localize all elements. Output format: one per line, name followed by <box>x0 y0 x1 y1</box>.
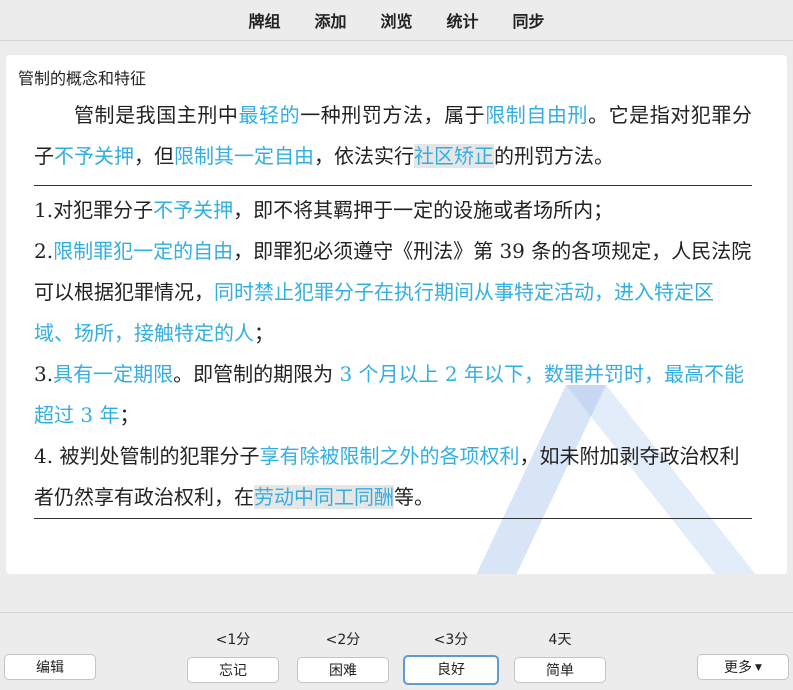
nav-sync[interactable]: 同步 <box>513 8 545 32</box>
good-button-label: 良好 <box>437 662 465 678</box>
easy-button-label: 简单 <box>546 663 574 679</box>
body-text: 4. 被判处管制的犯罪分子 <box>34 444 260 468</box>
interval-easy: 4天 <box>548 632 572 648</box>
edit-button[interactable]: 编辑 <box>4 654 96 680</box>
feature-item-4: 4. 被判处管制的犯罪分子享有除被限制之外的各项权利，如未附加剥夺政治权利者仍然… <box>34 436 752 518</box>
card-title: 管制的概念和特征 <box>18 69 147 88</box>
more-button-label: 更多 <box>724 660 753 676</box>
highlighted-text: 享有除被限制之外的各项权利 <box>259 444 520 468</box>
more-button[interactable]: 更多 ▼ <box>697 654 789 680</box>
chevron-down-icon: ▼ <box>755 663 762 673</box>
edit-button-label: 编辑 <box>36 660 64 676</box>
easy-button[interactable]: 简单 <box>514 657 606 683</box>
body-text: 。即管制的期限为 <box>173 362 340 386</box>
highlighted-text: 不予关押 <box>153 198 234 222</box>
body-text: 2. <box>34 239 54 263</box>
divider-line <box>34 185 752 186</box>
good-button[interactable]: 良好 <box>403 655 499 685</box>
highlighted-text: 劳动中同工同酬 <box>254 485 394 509</box>
bottom-divider-line <box>34 518 752 519</box>
highlighted-text: 限制罪犯一定的自由 <box>53 239 234 263</box>
nav-decks[interactable]: 牌组 <box>248 8 280 32</box>
highlighted-text: 社区矫正 <box>414 144 494 168</box>
again-button[interactable]: 忘记 <box>187 657 279 683</box>
body-text: ，依法实行 <box>314 144 414 168</box>
again-button-label: 忘记 <box>219 663 247 679</box>
feature-item-2: 2.限制罪犯一定的自由，即罪犯必须遵守《刑法》第 39 条的各项规定，人民法院可… <box>34 231 752 354</box>
body-text: 管制是我国主刑中 <box>74 103 239 127</box>
flashcard: 管制的概念和特征 管制是我国主刑中最轻的一种刑罚方法，属于限制自由刑。它是指对犯… <box>6 55 787 574</box>
interval-again: <1分 <box>215 632 251 648</box>
body-text: ； <box>254 321 274 345</box>
card-content: 管制是我国主刑中最轻的一种刑罚方法，属于限制自由刑。它是指对犯罪分子不予关押，但… <box>34 95 752 519</box>
highlighted-text: 限制自由刑 <box>485 103 589 127</box>
nav-browse[interactable]: 浏览 <box>380 8 412 32</box>
body-text: 的刑罚方法。 <box>494 144 614 168</box>
hard-button-label: 困难 <box>329 663 357 679</box>
nav-stats[interactable]: 统计 <box>447 8 479 32</box>
highlighted-text: 最轻的 <box>238 103 301 127</box>
hard-button[interactable]: 困难 <box>297 657 389 683</box>
body-text: 1.对犯罪分子 <box>34 198 154 222</box>
body-text: ，即不将其羁押于一定的设施或者场所内； <box>233 198 614 222</box>
body-text: 一种刑罚方法，属于 <box>300 103 486 127</box>
review-bar: 编辑 <1分 <2分 <3分 4天 忘记 困难 良好 简单 更多 ▼ <box>0 612 793 690</box>
highlighted-text: 具有一定期限 <box>53 362 174 386</box>
highlighted-text: 限制其一定自由 <box>174 144 314 168</box>
intro-paragraph: 管制是我国主刑中最轻的一种刑罚方法，属于限制自由刑。它是指对犯罪分子不予关押，但… <box>34 95 752 177</box>
top-toolbar: 牌组 添加 浏览 统计 同步 <box>0 0 793 41</box>
feature-list: 1.对犯罪分子不予关押，即不将其羁押于一定的设施或者场所内； 2.限制罪犯一定的… <box>34 190 752 518</box>
interval-good: <3分 <box>433 632 469 648</box>
body-text: ； <box>119 403 140 427</box>
nav-add[interactable]: 添加 <box>314 8 346 32</box>
feature-item-3: 3.具有一定期限。即管制的期限为 3 个月以上 2 年以下，数罪并罚时，最高不能… <box>34 354 752 436</box>
body-text: ，但 <box>134 144 174 168</box>
interval-hard: <2分 <box>325 632 361 648</box>
body-text: 等。 <box>394 485 434 509</box>
body-text: 3. <box>34 362 54 386</box>
highlighted-text: 不予关押 <box>54 144 134 168</box>
feature-item-1: 1.对犯罪分子不予关押，即不将其羁押于一定的设施或者场所内； <box>34 190 752 231</box>
